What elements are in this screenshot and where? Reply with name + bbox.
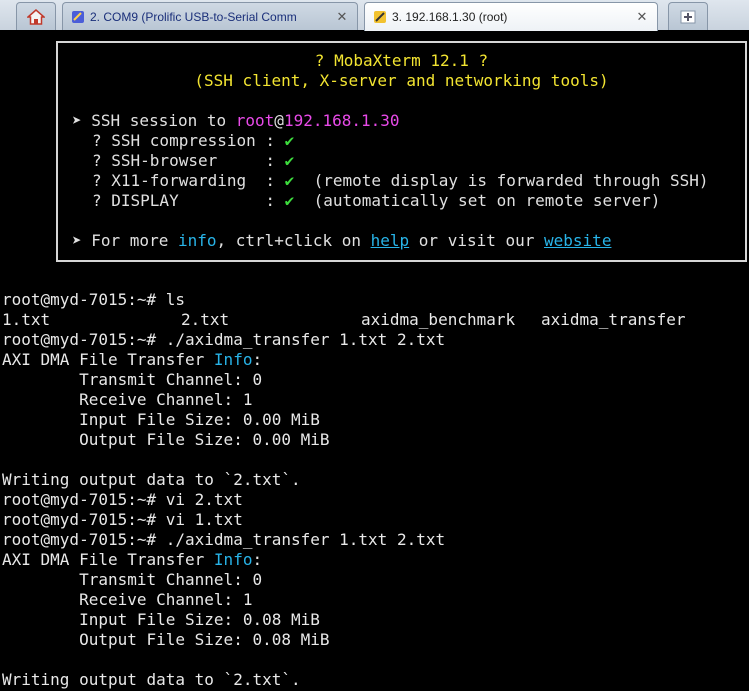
more-info-line: ➤ For more info, ctrl+click on help or v… <box>72 231 612 250</box>
transfer-info-header: AXI DMA File Transfer Info: <box>2 550 263 569</box>
tab-ssh-session[interactable]: 3. 192.168.1.30 (root) ✕ <box>364 2 658 31</box>
banner-subtitle: (SSH client, X-server and networking too… <box>194 71 609 90</box>
feature-x11-forwarding: ? X11-forwarding : ✔ (remote display is … <box>92 171 709 190</box>
input-file-size: Input File Size: 0.00 MiB <box>2 410 320 429</box>
transmit-channel: Transmit Channel: 0 <box>2 370 263 389</box>
output-file-size: Output File Size: 0.00 MiB <box>2 430 330 449</box>
file-entry: 1.txt <box>2 310 51 329</box>
close-icon[interactable]: ✕ <box>333 9 351 25</box>
ssh-icon <box>374 11 386 23</box>
help-link[interactable]: help <box>371 231 410 250</box>
banner-title: ? MobaXterm 12.1 ? <box>314 51 489 70</box>
transfer-info-header: AXI DMA File Transfer Info: <box>2 350 263 369</box>
transmit-channel: Transmit Channel: 0 <box>2 570 263 589</box>
prompt-line: root@myd-7015:~# ./axidma_transfer 1.txt… <box>2 530 446 549</box>
ls-output: 1.txt 2.txt axidma_benchmark axidma_tran… <box>2 310 742 330</box>
input-file-size: Input File Size: 0.08 MiB <box>2 610 320 629</box>
file-entry: axidma_benchmark <box>361 310 516 329</box>
prompt-line: root@myd-7015:~# ls <box>2 290 186 309</box>
file-entry: axidma_transfer <box>541 310 686 329</box>
tab-com9-label: 2. COM9 (Prolific USB-to-Serial Comm <box>90 9 297 24</box>
receive-channel: Receive Channel: 1 <box>2 590 253 609</box>
writing-output: Writing output data to `2.txt`. <box>2 470 301 489</box>
check-icon: ✔ <box>284 151 295 170</box>
session-user: root <box>235 111 275 130</box>
check-icon: ✔ <box>284 171 295 190</box>
ssh-session-line: ➤ SSH session to root@192.168.1.30 <box>72 111 400 130</box>
terminal[interactable]: ? MobaXterm 12.1 ? (SSH client, X-server… <box>0 30 749 691</box>
file-entry: 2.txt <box>181 310 230 329</box>
feature-ssh-browser: ? SSH-browser : ✔ <box>92 151 295 170</box>
prompt-line: root@myd-7015:~# ./axidma_transfer 1.txt… <box>2 330 446 349</box>
prompt-line: root@myd-7015:~# vi 1.txt <box>2 510 243 529</box>
plus-icon <box>680 10 696 23</box>
website-link[interactable]: website <box>544 231 611 250</box>
tab-com9[interactable]: 2. COM9 (Prolific USB-to-Serial Comm ✕ <box>62 2 358 30</box>
serial-icon <box>72 10 84 23</box>
tab-bar: 2. COM9 (Prolific USB-to-Serial Comm ✕ 3… <box>0 0 749 31</box>
welcome-banner: ? MobaXterm 12.1 ? (SSH client, X-server… <box>56 41 747 262</box>
tab-home[interactable] <box>16 2 56 30</box>
check-icon: ✔ <box>284 191 295 210</box>
writing-output: Writing output data to `2.txt`. <box>2 670 301 689</box>
session-host: 192.168.1.30 <box>283 111 400 130</box>
home-icon <box>27 8 45 25</box>
new-tab-button[interactable] <box>668 2 708 30</box>
output-file-size: Output File Size: 0.08 MiB <box>2 630 330 649</box>
feature-display: ? DISPLAY : ✔ (automatically set on remo… <box>92 191 661 210</box>
info-link[interactable]: info <box>178 231 217 250</box>
receive-channel: Receive Channel: 1 <box>2 390 253 409</box>
tab-ssh-label: 3. 192.168.1.30 (root) <box>392 10 508 24</box>
check-icon: ✔ <box>284 131 295 150</box>
close-icon[interactable]: ✕ <box>633 9 651 25</box>
feature-ssh-compression: ? SSH compression : ✔ <box>92 131 295 150</box>
prompt-line: root@myd-7015:~# vi 2.txt <box>2 490 243 509</box>
